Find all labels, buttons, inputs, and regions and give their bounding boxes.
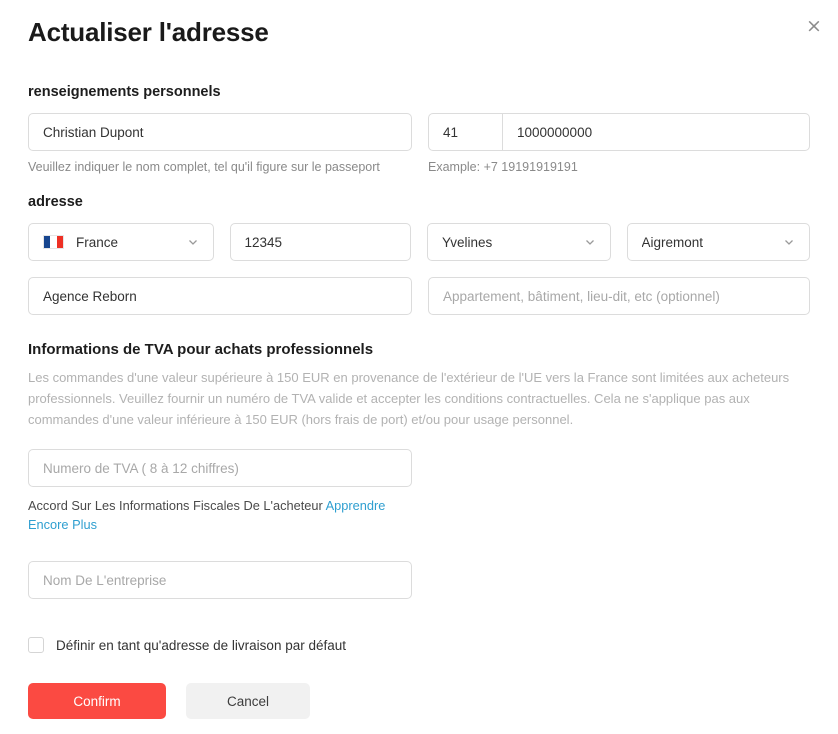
street-address-input[interactable]: Agence Reborn — [28, 277, 412, 315]
personal-info-heading: renseignements personnels — [28, 84, 221, 100]
zip-code-value: 12345 — [244, 234, 283, 250]
phone-helper-text: Example: +7 19191919191 — [428, 160, 578, 174]
chevron-down-icon — [584, 236, 596, 248]
phone-input-group: 41 1000000000 — [428, 113, 810, 151]
city-value: Aigremont — [641, 234, 704, 250]
default-address-row[interactable]: Définir en tant qu'adresse de livraison … — [28, 637, 810, 654]
tax-agreement-label: Accord Sur Les Informations Fiscales De … — [28, 498, 323, 514]
vat-description: Les commandes d'une valeur supérieure à … — [28, 370, 790, 428]
zip-code-input[interactable]: 12345 — [229, 223, 411, 261]
confirm-button[interactable]: Confirm — [28, 683, 166, 720]
company-name-input[interactable]: Nom De L'entreprise — [28, 561, 412, 600]
vat-number-input[interactable]: Numero de TVA ( 8 à 12 chiffres) — [28, 449, 412, 488]
chevron-down-icon — [783, 236, 795, 248]
vat-heading: Informations de TVA pour achats professi… — [28, 341, 374, 358]
state-value: Yvelines — [442, 234, 493, 250]
address-section: adresse France 12345 Yvelines Aigremont … — [28, 194, 810, 315]
default-address-label: Définir en tant qu'adresse de livraison … — [56, 637, 346, 653]
phone-number-input[interactable]: 1000000000 — [503, 113, 810, 151]
france-flag-icon — [43, 235, 64, 249]
cancel-button[interactable]: Cancel — [186, 683, 310, 720]
close-icon[interactable]: × — [802, 14, 826, 38]
address-heading: adresse — [28, 194, 83, 210]
vat-section: Informations de TVA pour achats professi… — [28, 341, 810, 600]
apartment-placeholder: Appartement, bâtiment, lieu-dit, etc (op… — [443, 288, 720, 304]
phone-number-value: 1000000000 — [517, 124, 593, 140]
apartment-input[interactable]: Appartement, bâtiment, lieu-dit, etc (op… — [428, 277, 810, 315]
dialog-actions: Confirm Cancel — [28, 683, 810, 720]
company-name-placeholder: Nom De L'entreprise — [43, 572, 167, 588]
phone-country-code-input[interactable]: 41 — [428, 113, 503, 151]
vat-number-placeholder: Numero de TVA ( 8 à 12 chiffres) — [43, 460, 239, 476]
country-select-inner: France — [43, 235, 118, 250]
company-name-group: Nom De L'entreprise — [28, 561, 810, 600]
page-title: Actualiser l'adresse — [28, 17, 269, 47]
phone-country-code-value: 41 — [443, 124, 459, 140]
chevron-down-icon — [187, 236, 199, 248]
personal-info-row: Christian Dupont Veuillez indiquer le no… — [28, 113, 810, 174]
tax-agreement-text: Accord Sur Les Informations Fiscales De … — [28, 497, 388, 534]
full-name-value: Christian Dupont — [43, 124, 144, 140]
dialog-content: renseignements personnels Christian Dupo… — [28, 84, 810, 720]
name-field-group: Christian Dupont Veuillez indiquer le no… — [28, 113, 412, 174]
city-select[interactable]: Aigremont — [626, 223, 810, 261]
personal-info-section: renseignements personnels Christian Dupo… — [28, 84, 810, 174]
update-address-dialog: Actualiser l'adresse × renseignements pe… — [0, 0, 838, 734]
address-row-2: Agence Reborn Appartement, bâtiment, lie… — [28, 277, 810, 315]
address-row-1: France 12345 Yvelines Aigremont — [28, 223, 810, 261]
default-address-checkbox[interactable] — [28, 637, 44, 654]
state-select[interactable]: Yvelines — [427, 223, 611, 261]
full-name-helper-text: Veuillez indiquer le nom complet, tel qu… — [28, 160, 380, 174]
country-value: France — [76, 234, 119, 250]
country-select[interactable]: France — [28, 223, 214, 261]
street-address-value: Agence Reborn — [43, 288, 137, 304]
phone-field-group: 41 1000000000 Example: +7 19191919191 — [428, 113, 810, 174]
full-name-input[interactable]: Christian Dupont — [28, 113, 412, 151]
